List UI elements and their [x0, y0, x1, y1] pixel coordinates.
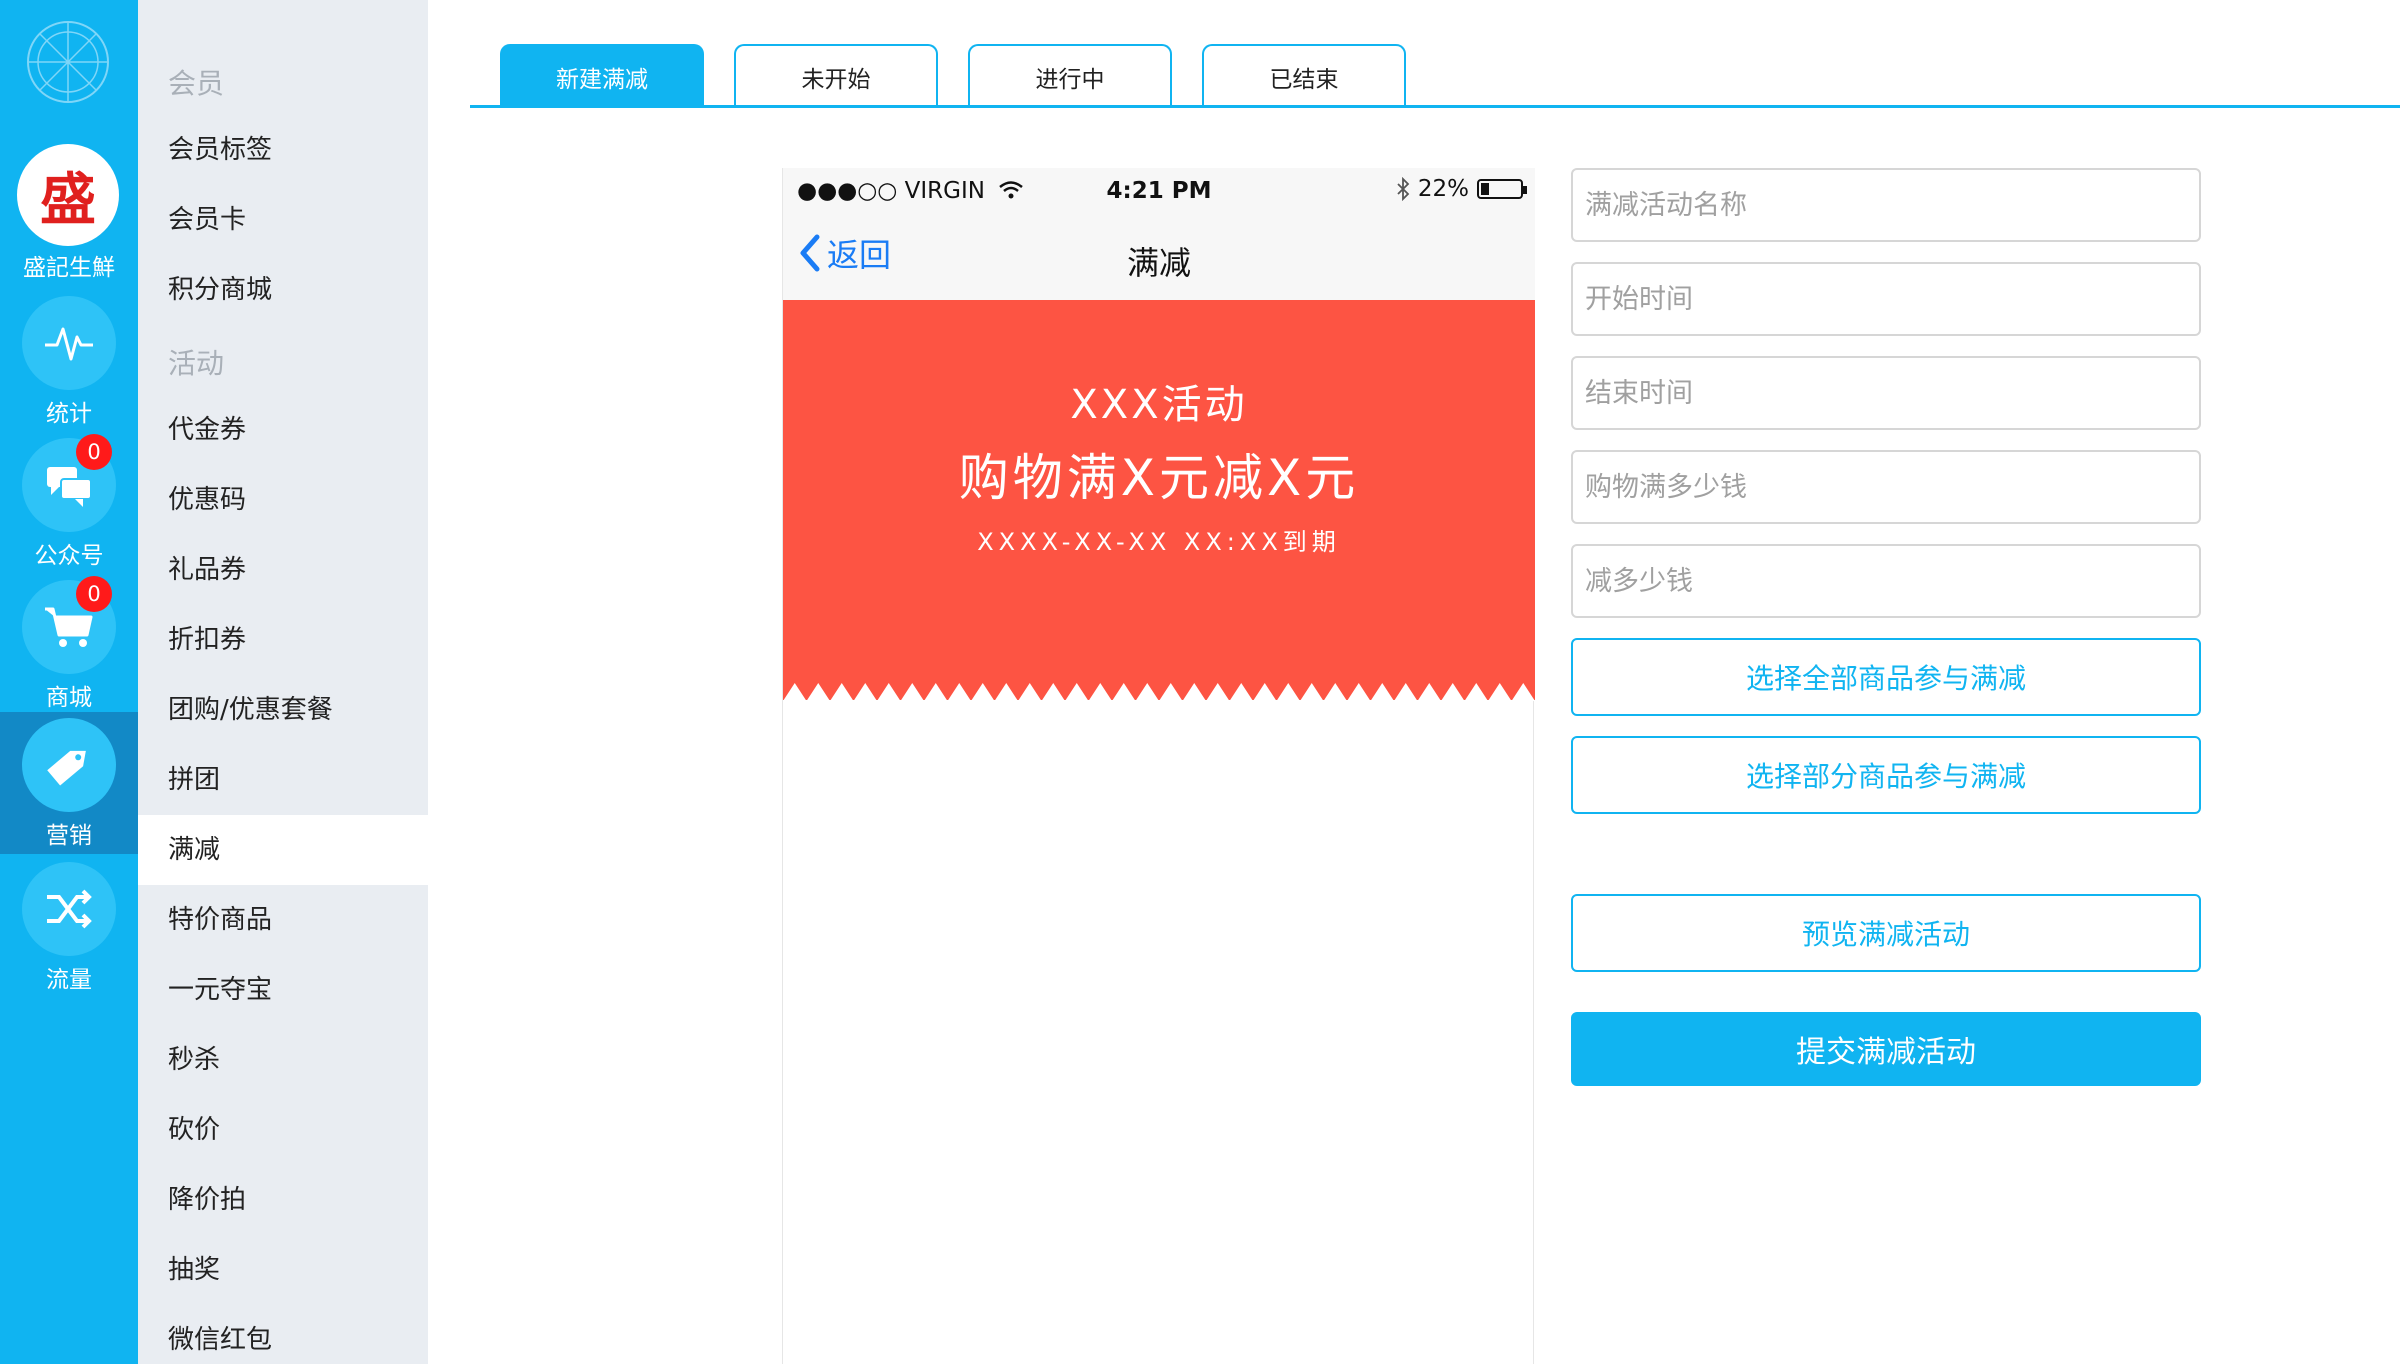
- menu-item-one-yuan-treasure[interactable]: 一元夺宝: [138, 955, 428, 1025]
- menu-item-flash-sale[interactable]: 秒杀: [138, 1025, 428, 1095]
- tab-in-progress[interactable]: 进行中: [968, 44, 1172, 107]
- phone-nav-bar: 返回 满减: [783, 212, 1535, 300]
- compass-logo-icon[interactable]: [24, 18, 112, 106]
- menu-item-member-tag[interactable]: 会员标签: [138, 115, 428, 185]
- menu-item-price-drop-auction[interactable]: 降价拍: [138, 1165, 428, 1235]
- tab-ended[interactable]: 已结束: [1202, 44, 1406, 107]
- menu-item-member-card[interactable]: 会员卡: [138, 185, 428, 255]
- rail-label: 公众号: [34, 543, 104, 569]
- promo-banner: XXX活动 购物满X元减X元 XXXX-XX-XX XX:XX到期: [783, 300, 1535, 701]
- tab-new-full-reduction[interactable]: 新建满减: [500, 44, 704, 107]
- battery-icon: [1477, 179, 1527, 199]
- rail-item-traffic[interactable]: 流量: [0, 856, 138, 998]
- bluetooth-icon: [1397, 177, 1410, 201]
- end-time-field[interactable]: [1571, 356, 2201, 430]
- rail-label: 流量: [46, 967, 92, 993]
- menu-item-promo-code[interactable]: 优惠码: [138, 465, 428, 535]
- battery-level-fill: [1481, 183, 1489, 195]
- brand-seal-char: 盛: [40, 166, 96, 233]
- rail-label: 营销: [46, 823, 92, 849]
- menu-item-special-price[interactable]: 特价商品: [138, 885, 428, 955]
- brand-logo[interactable]: 盛: [17, 144, 119, 246]
- shuffle-icon: [47, 889, 92, 929]
- menu-item-group-buy[interactable]: 团购/优惠套餐: [138, 675, 428, 745]
- select-some-products-button[interactable]: 选择部分商品参与满减: [1571, 736, 2201, 814]
- submit-activity-button[interactable]: 提交满减活动: [1571, 1012, 2201, 1086]
- rail-item-marketing[interactable]: 营销: [0, 712, 138, 854]
- rail-label: 商城: [46, 685, 92, 711]
- ios-status-bar: ●●●○○ VIRGIN 4:21 PM 22%: [783, 168, 1535, 212]
- notification-badge: 0: [76, 434, 112, 470]
- menu-item-full-reduction[interactable]: 满减: [138, 815, 428, 885]
- sub-menu: 会员 会员标签 会员卡 积分商城 活动 代金券 优惠码 礼品券 折扣券 团购/优…: [138, 0, 428, 1364]
- banner-activity-name: XXX活动: [1070, 382, 1248, 428]
- banner-rule: 购物满X元减X元: [958, 449, 1360, 507]
- phone-preview: ●●●○○ VIRGIN 4:21 PM 22% 返回 满减 XXX活动 购物满…: [782, 168, 1535, 1364]
- rail-item-stats[interactable]: 统计: [0, 290, 138, 432]
- banner-expiry: XXXX-XX-XX XX:XX到期: [977, 528, 1341, 556]
- tabbar-divider: [470, 105, 2400, 108]
- discount-amount-field[interactable]: [1571, 544, 2201, 618]
- menu-item-pintuan[interactable]: 拼团: [138, 745, 428, 815]
- menu-item-discount-coupon[interactable]: 折扣券: [138, 605, 428, 675]
- notification-badge: 0: [76, 576, 112, 612]
- start-time-field[interactable]: [1571, 262, 2201, 336]
- rail-item-wechat[interactable]: 0 公众号: [0, 432, 138, 574]
- menu-section-member: 会员: [168, 67, 225, 100]
- tag-icon: [47, 750, 86, 786]
- brand-name: 盛記生鮮: [23, 255, 115, 281]
- phone-page-title: 满减: [1126, 244, 1191, 282]
- menu-item-points-mall[interactable]: 积分商城: [138, 255, 428, 325]
- preview-activity-button[interactable]: 预览满减活动: [1571, 894, 2201, 972]
- battery-percent: 22%: [1417, 176, 1469, 202]
- menu-item-wechat-red-packet[interactable]: 微信红包: [138, 1305, 428, 1364]
- menu-item-gift-coupon[interactable]: 礼品券: [138, 535, 428, 605]
- threshold-amount-field[interactable]: [1571, 450, 2201, 524]
- select-all-products-button[interactable]: 选择全部商品参与满减: [1571, 638, 2201, 716]
- icon-rail: 盛 盛記生鮮 统计 0 公众号 0 商城 营销 流量: [0, 0, 138, 1364]
- activity-name-field[interactable]: [1571, 168, 2201, 242]
- menu-section-activity: 活动: [168, 347, 225, 380]
- app-root: 盛 盛記生鮮 统计 0 公众号 0 商城 营销 流量 会员 会员标签 会员卡 积…: [0, 0, 2400, 1364]
- menu-item-lottery[interactable]: 抽奖: [138, 1235, 428, 1305]
- menu-item-voucher[interactable]: 代金券: [138, 395, 428, 465]
- rail-item-shop[interactable]: 0 商城: [0, 574, 138, 716]
- zigzag-edge: [783, 683, 1535, 701]
- tab-not-started[interactable]: 未开始: [734, 44, 938, 107]
- rail-label: 统计: [46, 401, 92, 427]
- menu-item-bargain[interactable]: 砍价: [138, 1095, 428, 1165]
- pulse-icon: [45, 327, 93, 361]
